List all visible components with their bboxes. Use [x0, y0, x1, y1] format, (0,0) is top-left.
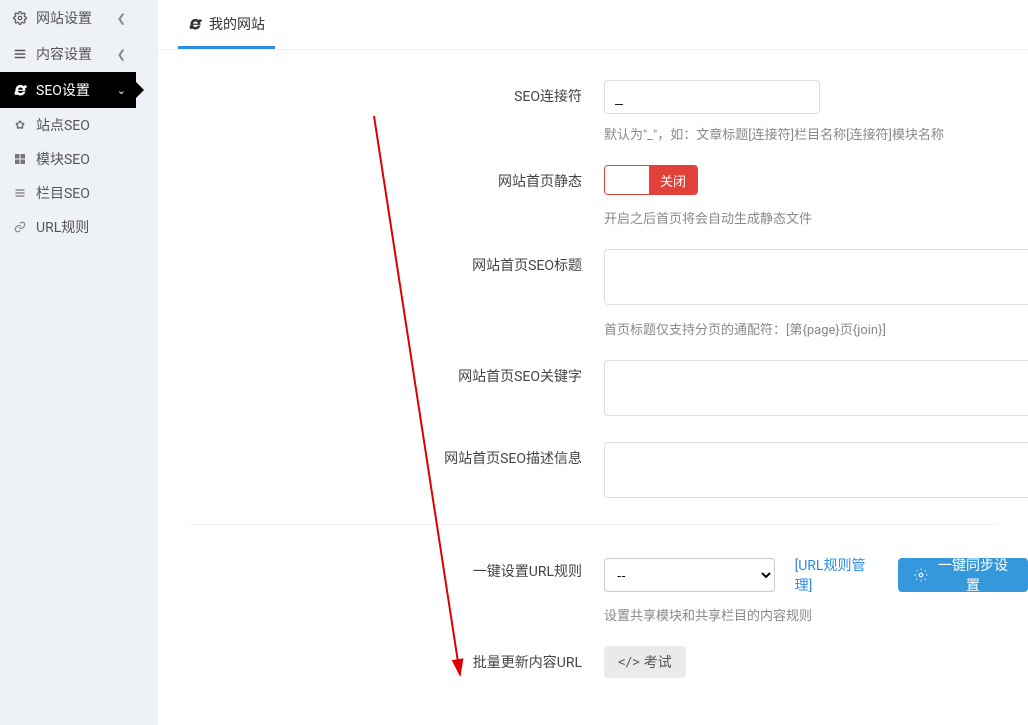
code-icon: </>	[618, 655, 640, 669]
label-home-seo-keywords: 网站首页SEO关键字	[158, 360, 604, 420]
list-icon	[12, 47, 28, 61]
grid-icon	[12, 153, 28, 165]
link-url-rule-manage[interactable]: [URL规则管理]	[795, 555, 878, 595]
sidebar-subitem-url-rule[interactable]: URL规则	[0, 210, 136, 244]
hint-url-rule: 设置共享模块和共享栏目的内容规则	[604, 605, 1028, 624]
sidebar-item-label: SEO设置	[36, 80, 117, 100]
input-seo-connector[interactable]	[604, 80, 820, 114]
sidebar-subitem-site-seo[interactable]: ✿ 站点SEO	[0, 108, 136, 142]
sidebar-subitem-label: 模块SEO	[36, 149, 90, 169]
sidebar-item-site-settings[interactable]: 网站设置 ❮	[0, 0, 136, 36]
ie-icon	[188, 17, 203, 32]
sidebar-item-seo-settings[interactable]: SEO设置 ⌄	[0, 72, 136, 108]
toggle-off-label: 关闭	[649, 166, 697, 194]
select-url-rule[interactable]: --	[604, 558, 775, 592]
label-url-rule: 一键设置URL规则	[158, 555, 604, 624]
gear-icon: ✿	[12, 118, 28, 132]
chevron-left-icon: ❮	[117, 48, 126, 61]
label-batch-update: 批量更新内容URL	[158, 646, 604, 678]
main-panel: 我的网站 SEO连接符 默认为"_"，如：文章标题[连接符]栏目名称[连接符]模…	[158, 0, 1028, 725]
sidebar-subitem-label: 站点SEO	[36, 115, 90, 135]
toggle-home-static[interactable]: 关闭	[604, 165, 698, 195]
label-home-seo-title: 网站首页SEO标题	[158, 249, 604, 338]
textarea-home-seo-desc[interactable]	[604, 442, 1028, 498]
tabs: 我的网站	[158, 0, 1028, 50]
tab-my-site[interactable]: 我的网站	[178, 0, 275, 49]
textarea-home-seo-title[interactable]	[604, 249, 1028, 305]
sync-settings-button[interactable]: 一键同步设置	[898, 558, 1028, 592]
label-home-seo-desc: 网站首页SEO描述信息	[158, 442, 604, 502]
button-label: 一键同步设置	[934, 555, 1012, 595]
link-icon	[12, 221, 28, 233]
hint-home-seo-title: 首页标题仅支持分页的通配符：[第{page}页{join}]	[604, 319, 1028, 338]
chevron-left-icon: ❮	[117, 12, 126, 25]
button-label: 考试	[644, 652, 672, 672]
textarea-home-seo-keywords[interactable]	[604, 360, 1028, 416]
form: SEO连接符 默认为"_"，如：文章标题[连接符]栏目名称[连接符]模块名称 网…	[158, 50, 1028, 678]
ie-icon	[12, 83, 28, 98]
toggle-on-empty	[605, 166, 649, 194]
sidebar-subitem-label: 栏目SEO	[36, 183, 90, 203]
gear-icon	[12, 11, 28, 25]
sidebar-item-label: 内容设置	[36, 44, 117, 64]
divider	[190, 524, 996, 525]
gear-icon	[914, 568, 928, 582]
sidebar-subitem-column-seo[interactable]: 栏目SEO	[0, 176, 136, 210]
hint-home-static: 开启之后首页将会自动生成静态文件	[604, 208, 1028, 227]
bars-icon	[12, 187, 28, 199]
sidebar: 网站设置 ❮ 内容设置 ❮ SEO设置 ⌄ ✿ 站点SEO 模块SEO	[0, 0, 136, 725]
sidebar-item-label: 网站设置	[36, 8, 117, 28]
label-home-static: 网站首页静态	[158, 165, 604, 227]
sidebar-subitem-module-seo[interactable]: 模块SEO	[0, 142, 136, 176]
hint-seo-connector: 默认为"_"，如：文章标题[连接符]栏目名称[连接符]模块名称	[604, 124, 1028, 143]
tab-label: 我的网站	[209, 14, 265, 34]
label-seo-connector: SEO连接符	[158, 80, 604, 143]
test-button[interactable]: </> 考试	[604, 646, 686, 678]
sidebar-subitem-label: URL规则	[36, 217, 89, 237]
chevron-down-icon: ⌄	[117, 84, 126, 97]
sidebar-item-content-settings[interactable]: 内容设置 ❮	[0, 36, 136, 72]
